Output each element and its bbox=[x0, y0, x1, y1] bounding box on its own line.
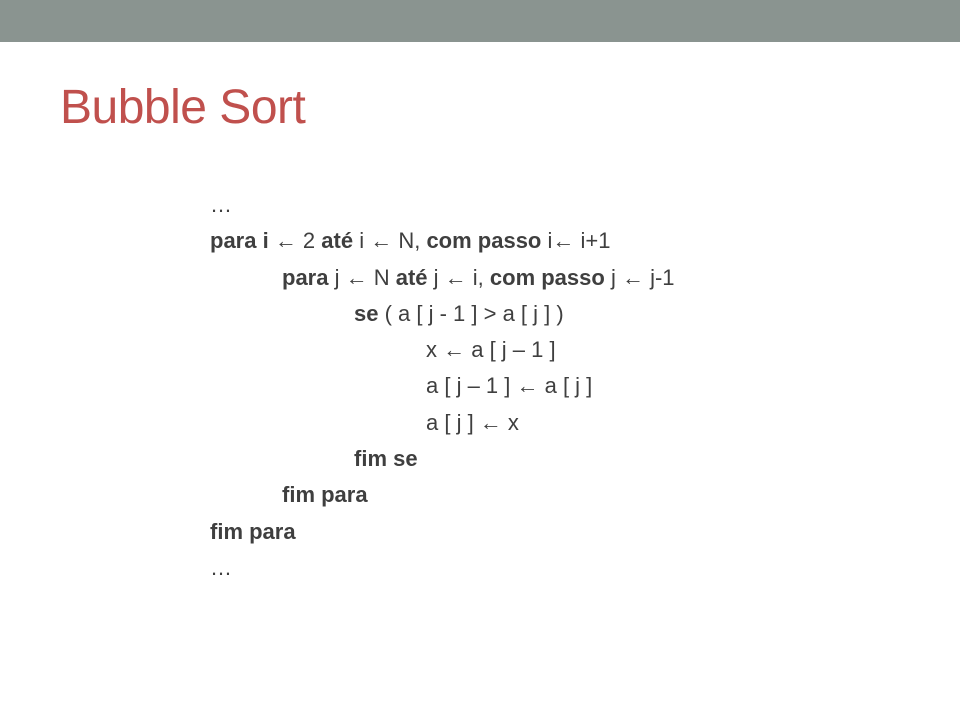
code-line-if: se ( a [ j - 1 ] > a [ j ] ) bbox=[210, 296, 900, 332]
code-line-ellipsis-top: … bbox=[210, 187, 900, 223]
txt: 2 bbox=[297, 228, 321, 253]
txt: ( a [ j - 1 ] > a [ j ] ) bbox=[378, 301, 563, 326]
slide-content: Bubble Sort … para i ← 2 até i ← N, com … bbox=[0, 42, 960, 586]
code-line-endif: fim se bbox=[210, 441, 900, 477]
arrow-icon: ← bbox=[346, 265, 368, 290]
code-line-ellipsis-bottom: … bbox=[210, 550, 900, 586]
txt: N, bbox=[392, 228, 426, 253]
arrow-icon: ← bbox=[552, 228, 574, 253]
code-line-assign-aj1: a [ j – 1 ] ← a [ j ] bbox=[210, 368, 900, 404]
txt: i, bbox=[467, 265, 490, 290]
kw-para: para bbox=[282, 265, 328, 290]
code-line-end-outer-for: fim para bbox=[210, 514, 900, 550]
arrow-icon: ← bbox=[445, 265, 467, 290]
slide-top-bar bbox=[0, 0, 960, 42]
code-line-outer-for: para i ← 2 até i ← N, com passo i← i+1 bbox=[210, 223, 900, 259]
txt: j bbox=[328, 265, 345, 290]
slide-title: Bubble Sort bbox=[60, 80, 900, 135]
txt: i+1 bbox=[574, 228, 610, 253]
arrow-icon: ← bbox=[275, 228, 297, 253]
kw-se: se bbox=[354, 301, 378, 326]
txt: j-1 bbox=[644, 265, 675, 290]
kw-ate: até bbox=[396, 265, 428, 290]
arrow-icon: ← bbox=[370, 228, 392, 253]
txt: j bbox=[428, 265, 445, 290]
txt: N bbox=[368, 265, 396, 290]
kw-para: para i bbox=[210, 228, 275, 253]
txt: j bbox=[605, 265, 622, 290]
kw-compasso: com passo bbox=[490, 265, 605, 290]
code-line-assign-x: x ← a [ j – 1 ] bbox=[210, 332, 900, 368]
kw-ate: até bbox=[321, 228, 353, 253]
code-line-assign-aj: a [ j ] ← x bbox=[210, 405, 900, 441]
code-line-inner-for: para j ← N até j ← i, com passo j ← j-1 bbox=[210, 260, 900, 296]
pseudocode-block: … para i ← 2 até i ← N, com passo i← i+1… bbox=[210, 187, 900, 586]
code-line-end-inner-for: fim para bbox=[210, 477, 900, 513]
arrow-icon: ← bbox=[622, 265, 644, 290]
txt: i bbox=[541, 228, 552, 253]
txt: i bbox=[353, 228, 370, 253]
kw-compasso: com passo bbox=[426, 228, 541, 253]
